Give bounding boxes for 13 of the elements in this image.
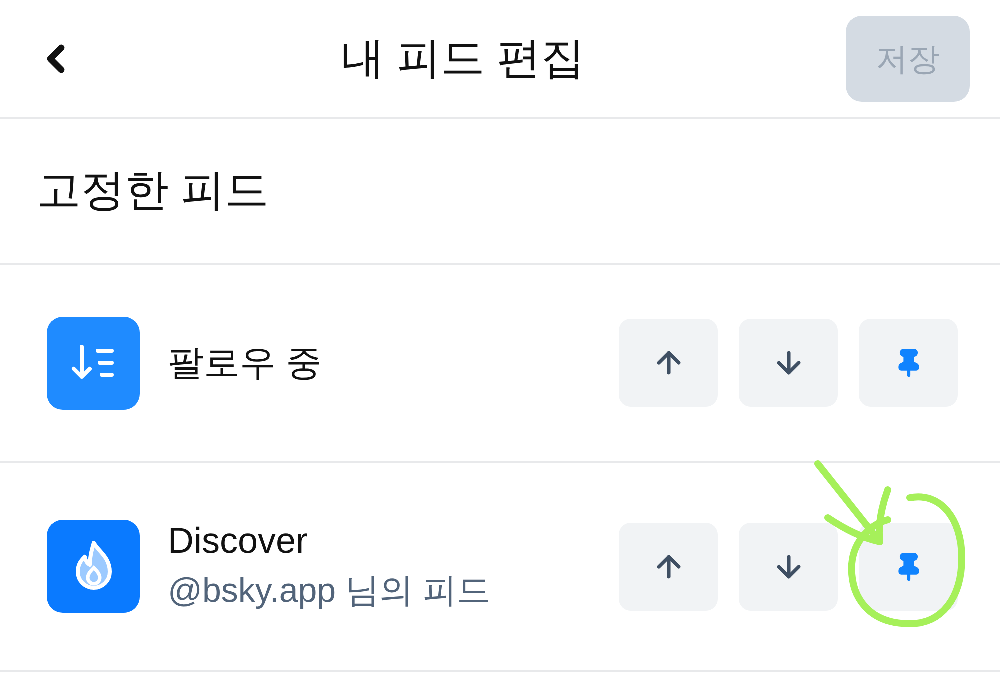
feed-title: Discover — [168, 518, 310, 562]
page-title: 내 피드 편집 — [340, 32, 586, 84]
move-down-button[interactable] — [739, 522, 838, 610]
feed-title: 팔로우 중 — [168, 341, 324, 385]
move-up-button[interactable] — [619, 522, 718, 610]
flame-icon — [47, 520, 140, 613]
pin-button[interactable] — [859, 319, 958, 407]
sort-list-icon — [47, 316, 140, 410]
section-title: 고정한 피드 — [37, 165, 270, 217]
pin-button[interactable] — [859, 522, 958, 610]
move-up-button[interactable] — [619, 319, 718, 407]
feed-subtitle: @bsky.app 님의 피드 — [168, 570, 492, 612]
move-down-button[interactable] — [739, 319, 838, 407]
